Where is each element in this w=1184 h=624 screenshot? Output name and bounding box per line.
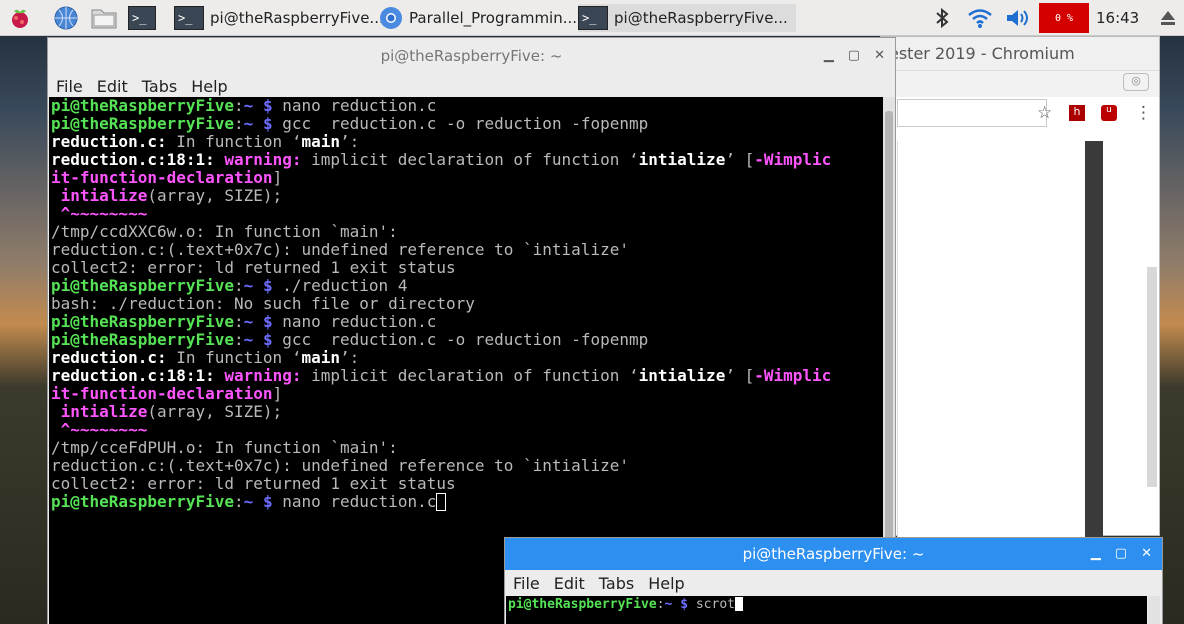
cpu-usage-monitor[interactable]: 0 %: [1039, 3, 1089, 33]
menu-tabs[interactable]: Tabs: [599, 574, 634, 593]
taskbar-item-label: pi@theRaspberryFive...: [614, 9, 788, 27]
vertical-scrollbar[interactable]: [1148, 596, 1160, 624]
window-title: pi@theRaspberryFive: ~: [380, 47, 563, 65]
terminal-line: pi@theRaspberryFive:~ $ scrot: [508, 597, 1147, 613]
terminal-line: pi@theRaspberryFive:~ $ gcc reduction.c …: [51, 330, 649, 349]
menu-tabs[interactable]: Tabs: [142, 77, 177, 96]
menu-help[interactable]: Help: [191, 77, 227, 96]
ublock-icon[interactable]: u: [1101, 105, 1117, 121]
chromium-menu-icon[interactable]: ⋮: [1135, 103, 1152, 123]
page-scrollbar[interactable]: [1085, 141, 1103, 537]
terminal-line: reduction.c:(.text+0x7c): undefined refe…: [51, 456, 629, 475]
minimize-icon[interactable]: ▁: [1091, 546, 1101, 561]
chromium-icon: [380, 7, 402, 29]
raspberry-menu-icon[interactable]: [6, 4, 34, 32]
terminal-output[interactable]: pi@theRaspberryFive:~ $ scrot: [506, 596, 1147, 624]
taskbar-item-chromium[interactable]: Parallel_Programmin...: [379, 4, 577, 32]
terminal-line: it-function-declaration]: [51, 384, 283, 403]
file-manager-icon[interactable]: [90, 4, 118, 32]
terminal-line: /tmp/ccdXXC6w.o: In function `main':: [51, 222, 398, 241]
terminal-line: pi@theRaspberryFive:~ $ nano reduction.c: [51, 312, 437, 331]
terminal-line: pi@theRaspberryFive:~ $ ./reduction 4: [51, 276, 408, 295]
clock[interactable]: 16:43: [1096, 9, 1139, 27]
terminal-line: collect2: error: ld returned 1 exit stat…: [51, 258, 456, 277]
bookmark-star-icon[interactable]: ☆: [1037, 103, 1052, 123]
extension-icon[interactable]: h: [1069, 105, 1085, 121]
taskbar-item-terminal-1[interactable]: >_ pi@theRaspberryFive...: [174, 4, 384, 32]
maximize-icon[interactable]: ▢: [848, 48, 860, 63]
window-title: pi@theRaspberryFive: ~: [742, 545, 925, 563]
menubar: File Edit Tabs Help: [48, 74, 895, 98]
taskbar-item-terminal-2[interactable]: >_ pi@theRaspberryFive...: [578, 4, 796, 32]
terminal-line: reduction.c:18:1: warning: implicit decl…: [51, 366, 832, 385]
taskbar-item-label: pi@theRaspberryFive...: [210, 9, 384, 27]
menu-file[interactable]: File: [56, 77, 83, 96]
terminal-line: reduction.c: In function ‘main’:: [51, 132, 360, 151]
bluetooth-icon[interactable]: [928, 4, 956, 32]
address-bar[interactable]: [897, 99, 1047, 127]
taskbar-item-label: Parallel_Programmin...: [409, 9, 578, 27]
chromium-scrollbar[interactable]: [1147, 267, 1157, 487]
menu-help[interactable]: Help: [648, 574, 684, 593]
chromium-tabstrip: ◎: [881, 71, 1159, 97]
taskbar-panel: >_ >_ pi@theRaspberryFive... Parallel_Pr…: [0, 0, 1184, 36]
terminal-line: pi@theRaspberryFive:~ $ nano reduction.c: [51, 97, 437, 115]
terminal-line: intialize(array, SIZE);: [51, 402, 283, 421]
terminal-line: bash: ./reduction: No such file or direc…: [51, 294, 475, 313]
chromium-window[interactable]: ester 2019 - Chromium ◎ ☆ h u ⋮: [880, 36, 1160, 537]
terminal-line: collect2: error: ld returned 1 exit stat…: [51, 474, 456, 493]
terminal-window-1[interactable]: pi@theRaspberryFive: ~ ▁ ▢ ✕ File Edit T…: [47, 37, 896, 624]
terminal-line: intialize(array, SIZE);: [51, 186, 283, 205]
terminal-line: ^~~~~~~~~: [51, 420, 148, 439]
titlebar[interactable]: pi@theRaspberryFive: ~ ▁ ▢ ✕: [505, 538, 1162, 570]
terminal-launcher-icon[interactable]: >_: [128, 4, 156, 32]
eject-icon[interactable]: [1154, 4, 1182, 32]
web-browser-icon[interactable]: [52, 4, 80, 32]
terminal-icon: >_: [174, 6, 204, 30]
text-cursor: [436, 493, 447, 511]
close-icon[interactable]: ✕: [874, 48, 885, 63]
profile-icon[interactable]: ◎: [1123, 73, 1149, 91]
terminal-line: /tmp/cceFdPUH.o: In function `main':: [51, 438, 398, 457]
terminal-icon: >_: [578, 6, 608, 30]
menubar: File Edit Tabs Help: [505, 570, 1162, 596]
terminal-line: reduction.c:(.text+0x7c): undefined refe…: [51, 240, 629, 259]
wifi-icon[interactable]: [966, 4, 994, 32]
maximize-icon[interactable]: ▢: [1115, 546, 1127, 561]
menu-file[interactable]: File: [513, 574, 540, 593]
terminal-line: it-function-declaration]: [51, 168, 283, 187]
menu-edit[interactable]: Edit: [97, 77, 128, 96]
terminal-line: reduction.c: In function ‘main’:: [51, 348, 360, 367]
chromium-title: ester 2019 - Chromium: [881, 37, 1159, 71]
minimize-icon[interactable]: ▁: [824, 48, 834, 63]
terminal-line: reduction.c:18:1: warning: implicit decl…: [51, 150, 832, 169]
chromium-page-content[interactable]: [897, 141, 1085, 537]
terminal-line: pi@theRaspberryFive:~ $ nano reduction.c: [51, 493, 883, 511]
terminal-line: ^~~~~~~~~: [51, 204, 148, 223]
titlebar[interactable]: pi@theRaspberryFive: ~ ▁ ▢ ✕: [48, 38, 895, 74]
terminal-line: pi@theRaspberryFive:~ $ gcc reduction.c …: [51, 114, 649, 133]
text-cursor: [735, 597, 743, 611]
close-icon[interactable]: ✕: [1141, 546, 1152, 561]
volume-icon[interactable]: [1004, 4, 1032, 32]
terminal-window-2[interactable]: pi@theRaspberryFive: ~ ▁ ▢ ✕ File Edit T…: [504, 537, 1163, 624]
menu-edit[interactable]: Edit: [554, 574, 585, 593]
